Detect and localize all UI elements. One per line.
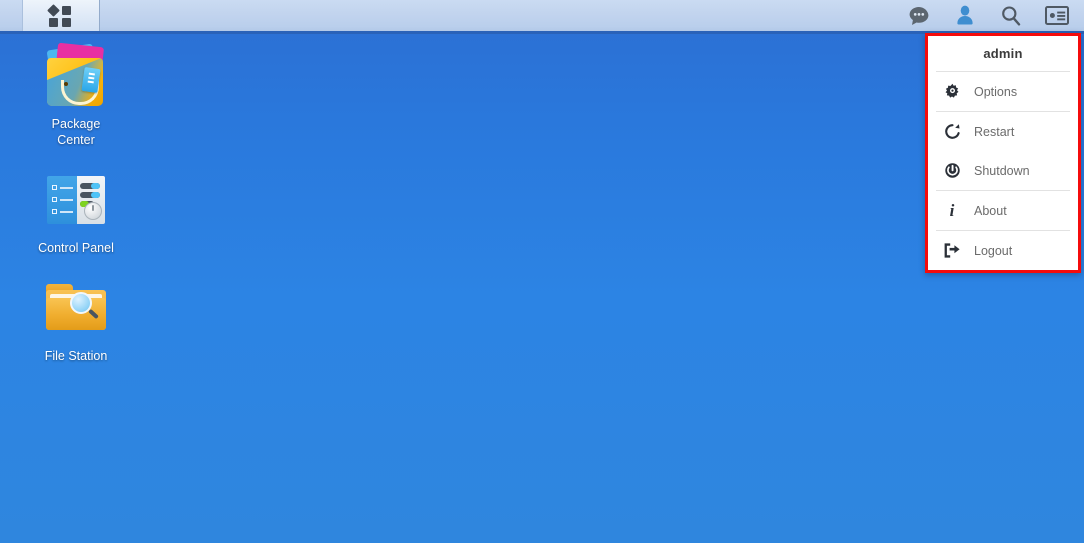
menu-item-options[interactable]: Options: [928, 72, 1078, 111]
shopping-bag-icon: [43, 42, 109, 110]
desktop-icon-label: Package Center: [51, 117, 101, 147]
grid-apps-icon: [47, 3, 74, 27]
info-icon: i: [949, 201, 955, 220]
desktop-icon-label: Control Panel: [38, 241, 114, 255]
menu-item-logout[interactable]: Logout: [928, 231, 1078, 270]
restart-icon: [942, 122, 962, 142]
desktop-icon-control-panel[interactable]: Control Panel: [22, 168, 130, 256]
admin-menu-title: admin: [983, 46, 1023, 61]
search-icon[interactable]: [998, 3, 1024, 29]
user-account-icon[interactable]: [952, 3, 978, 29]
desktop-icon-file-station[interactable]: File Station: [22, 276, 130, 364]
desktop-icon-list: Package Center Control Panel File Statio…: [22, 42, 130, 384]
logout-icon: [942, 241, 962, 261]
admin-dropdown-menu: admin Options Restart Shutdown i About L…: [925, 33, 1081, 273]
gear-icon: [942, 82, 962, 102]
taskbar-tray: [906, 0, 1070, 31]
menu-item-label: About: [974, 203, 1007, 218]
widgets-icon[interactable]: [1044, 3, 1070, 29]
sliders-panel-icon: [43, 168, 109, 234]
taskbar: [0, 0, 1084, 34]
menu-item-restart[interactable]: Restart: [928, 112, 1078, 151]
menu-item-label: Logout: [974, 243, 1013, 258]
menu-item-shutdown[interactable]: Shutdown: [928, 151, 1078, 190]
menu-item-label: Shutdown: [974, 163, 1030, 178]
desktop-screen: Package Center Control Panel File Statio…: [0, 0, 1084, 543]
power-icon: [942, 161, 962, 181]
desktop-icon-label: File Station: [44, 349, 108, 363]
menu-item-label: Options: [974, 84, 1018, 99]
main-menu-button[interactable]: [22, 0, 100, 31]
folder-search-icon: [43, 276, 109, 342]
menu-item-about[interactable]: i About: [928, 191, 1078, 230]
desktop-icon-package-center[interactable]: Package Center: [22, 42, 130, 148]
notifications-icon[interactable]: [906, 3, 932, 29]
menu-item-label: Restart: [974, 124, 1015, 139]
